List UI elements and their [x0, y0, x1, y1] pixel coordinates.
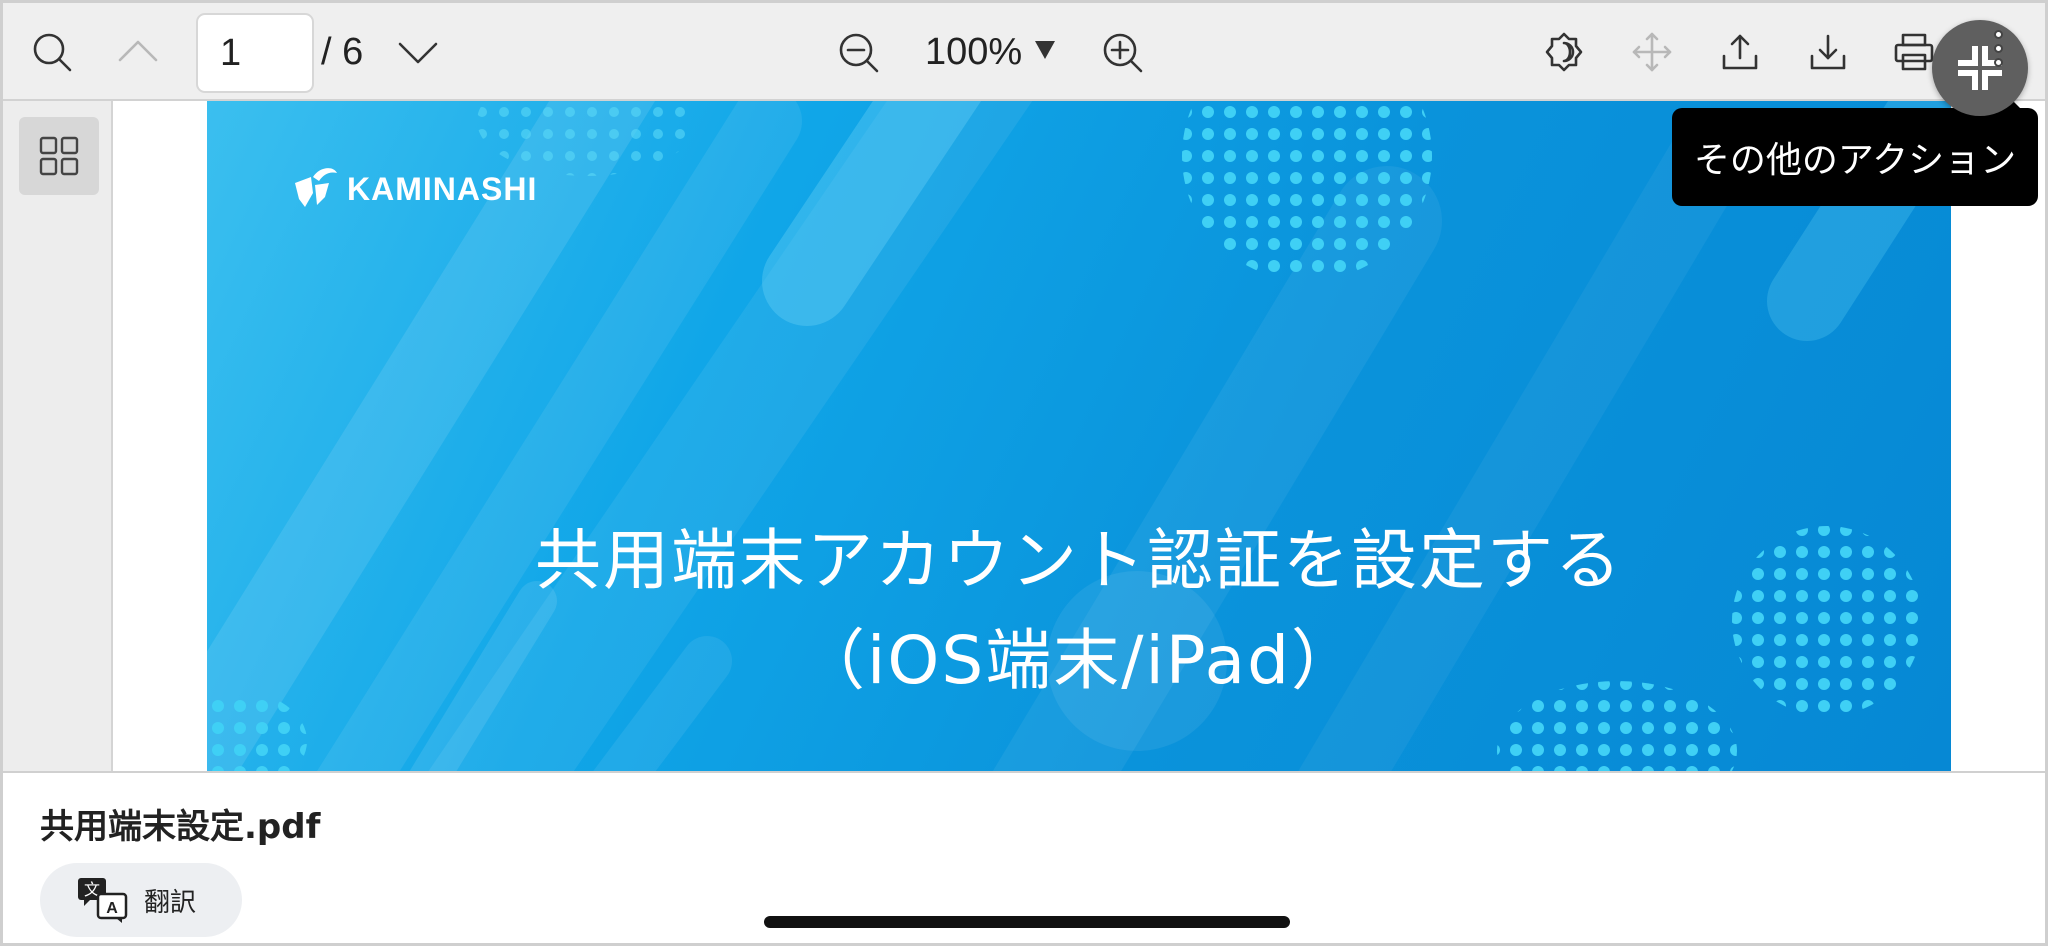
collapse-fullscreen-button[interactable] [1932, 20, 2028, 116]
thumbnail-view-button[interactable] [19, 117, 99, 195]
page-number-input[interactable]: 1 [196, 13, 314, 93]
file-name: 共用端末設定.pdf [40, 807, 321, 847]
svg-text:A: A [106, 900, 118, 917]
home-indicator[interactable] [764, 916, 1290, 928]
slide-title: 共用端末アカウント認証を設定する （iOS端末/iPad） [207, 511, 1951, 711]
download-icon[interactable] [1801, 25, 1855, 79]
zoom-in-icon[interactable] [1095, 25, 1149, 79]
slide-title-line-1: 共用端末アカウント認証を設定する [535, 522, 1623, 599]
zoom-level-dropdown[interactable]: 100% [925, 31, 1022, 74]
zoom-out-icon[interactable] [831, 25, 885, 79]
search-icon[interactable] [25, 25, 79, 79]
file-info-footer: 共用端末設定.pdf 文 A 翻訳 [3, 771, 2045, 943]
translate-icon: 文 A [78, 878, 128, 923]
brightness-icon[interactable] [1537, 25, 1591, 79]
slide-title-line-2: （iOS端末/iPad） [799, 622, 1359, 699]
translate-label: 翻訳 [144, 887, 197, 918]
upload-icon[interactable] [1713, 25, 1767, 79]
page-total: / 6 [321, 31, 364, 73]
kaminashi-logo: KAMINASHI [289, 163, 537, 215]
thumbnail-sidebar [3, 101, 113, 771]
translate-button[interactable]: 文 A 翻訳 [40, 863, 242, 937]
caret-down-icon[interactable] [1035, 41, 1055, 59]
grid-icon [39, 136, 79, 176]
chevron-up-icon[interactable] [111, 25, 165, 79]
pdf-toolbar: 1 / 6 100% [3, 3, 2045, 101]
goat-logo-icon [295, 168, 337, 207]
logo-text: KAMINASHI [347, 170, 538, 207]
more-vertical-icon[interactable] [1992, 30, 2006, 70]
more-actions-tooltip: その他のアクション [1672, 92, 2038, 206]
move-icon[interactable] [1625, 25, 1679, 79]
chevron-down-icon[interactable] [391, 25, 445, 79]
